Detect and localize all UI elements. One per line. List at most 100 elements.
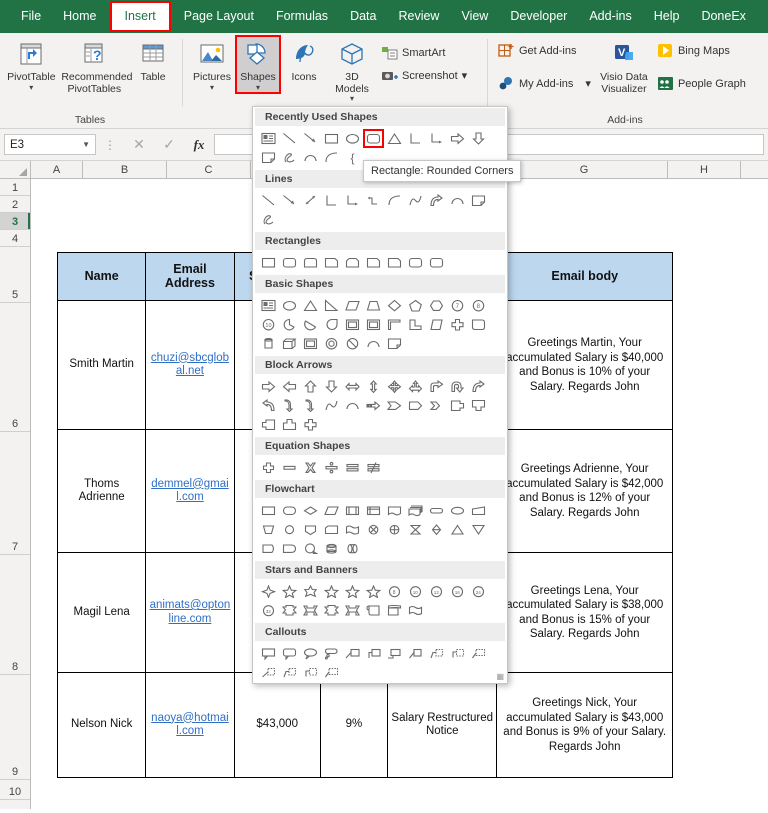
formula-bar-drag-handle[interactable]: ⋮ <box>96 138 124 152</box>
shape-cbl2-icon[interactable] <box>363 644 384 663</box>
shape-oval-icon[interactable] <box>342 129 363 148</box>
shape-arc-icon[interactable] <box>363 334 384 353</box>
shape-scrib-icon[interactable] <box>279 148 300 167</box>
shape-plaque-icon[interactable] <box>468 315 489 334</box>
ribbon-tab-data[interactable]: Data <box>339 4 387 29</box>
shape-snip2-icon[interactable] <box>342 253 363 272</box>
shape-tri-icon[interactable] <box>300 296 321 315</box>
shape-fcextr-icon[interactable] <box>447 520 468 539</box>
shape-line-icon[interactable] <box>258 191 279 210</box>
shape-hept-icon[interactable]: 7 <box>447 296 468 315</box>
visio-data-visualizer-button[interactable]: V Visio Data Visualizer <box>595 35 653 97</box>
shape-cbl5-icon[interactable] <box>426 644 447 663</box>
shape-bentarr-icon[interactable] <box>426 377 447 396</box>
shape-fcmultidoc-icon[interactable] <box>405 501 426 520</box>
shape-curvedn-icon[interactable] <box>258 396 279 415</box>
shape-star24-icon[interactable]: 24 <box>468 582 489 601</box>
row-header-6[interactable]: 6 <box>0 303 30 432</box>
row-header-5[interactable]: 5 <box>0 247 30 303</box>
shape-foldcorner-icon[interactable] <box>384 334 405 353</box>
shape-fcoffpg-icon[interactable] <box>300 520 321 539</box>
shape-cbl6-icon[interactable] <box>300 663 321 682</box>
shape-uarr-icon[interactable] <box>300 377 321 396</box>
shape-cbl4-icon[interactable] <box>405 644 426 663</box>
shape-bevel-icon[interactable] <box>363 315 384 334</box>
row-header-4[interactable]: 4 <box>0 230 30 247</box>
shape-star5-icon[interactable] <box>321 582 342 601</box>
ribbon-tab-doneex[interactable]: DoneEx <box>690 4 756 29</box>
shape-curve2-icon[interactable] <box>321 396 342 415</box>
enter-icon[interactable]: ✓ <box>154 136 184 153</box>
shape-ribbon1-icon[interactable] <box>279 601 300 620</box>
shape-pie-icon[interactable] <box>279 315 300 334</box>
shape-para-icon[interactable] <box>342 296 363 315</box>
shape-cbl3-icon[interactable] <box>384 644 405 663</box>
pivottable-caret-icon[interactable]: ▾ <box>29 83 33 92</box>
shape-star5-icon[interactable] <box>279 582 300 601</box>
shape-rect-icon[interactable] <box>258 253 279 272</box>
shape-arc-icon[interactable] <box>342 396 363 415</box>
smartart-button[interactable]: SmartArt <box>377 41 471 64</box>
row-header-7[interactable]: 7 <box>0 432 30 555</box>
my-addins-caret-icon[interactable]: ▾ <box>585 77 591 90</box>
row-header-10[interactable]: 10 <box>0 780 30 800</box>
name-box-chevron-down-icon[interactable]: ▼ <box>82 140 90 149</box>
shape-eqminus-icon[interactable] <box>279 458 300 477</box>
ribbon-tab-developer[interactable]: Developer <box>499 4 578 29</box>
shapes-caret-icon[interactable]: ▾ <box>256 83 260 92</box>
shape-fcmaninp-icon[interactable] <box>468 501 489 520</box>
select-all-corner[interactable] <box>0 161 31 178</box>
shape-udarr-icon[interactable] <box>363 377 384 396</box>
name-box[interactable]: E3 ▼ <box>4 134 96 155</box>
shape-star10-icon[interactable]: 10 <box>405 582 426 601</box>
shape-chevron-icon[interactable] <box>426 396 447 415</box>
shape-fccollate-icon[interactable] <box>405 520 426 539</box>
shapes-gallery-dropdown[interactable]: ▦ Recently Used Shapes{Lines Rectangles Ba… <box>252 106 508 684</box>
shape-fcterm-icon[interactable] <box>426 501 447 520</box>
column-header-A[interactable]: A <box>31 161 83 178</box>
shape-arc-icon[interactable] <box>447 191 468 210</box>
shape-cbl7-icon[interactable] <box>321 663 342 682</box>
shape-arrow-icon[interactable] <box>279 191 300 210</box>
shape-round1-icon[interactable] <box>300 253 321 272</box>
shape-eqmult-icon[interactable] <box>300 458 321 477</box>
shape-curve-icon[interactable] <box>321 148 342 167</box>
column-header-G[interactable]: G <box>501 161 668 178</box>
cell-email-link[interactable]: naoya@hotmail.com <box>145 672 235 778</box>
shape-fcpredef-icon[interactable] <box>342 501 363 520</box>
shape-tri-icon[interactable] <box>384 129 405 148</box>
shape-fcsumjunc-icon[interactable] <box>363 520 384 539</box>
shape-rarr-icon[interactable] <box>258 377 279 396</box>
shape-curve-icon[interactable] <box>384 191 405 210</box>
ribbon-tab-review[interactable]: Review <box>387 4 450 29</box>
shape-diamond-icon[interactable] <box>384 296 405 315</box>
shape-rightcallout-icon[interactable] <box>447 396 468 415</box>
row-header-3[interactable]: 3 <box>0 213 30 230</box>
shape-lrarr-icon[interactable] <box>342 377 363 396</box>
shape-arc-icon[interactable] <box>300 148 321 167</box>
cell-email-link[interactable]: demmel@gmail.com <box>145 429 235 553</box>
shape-rrect-icon[interactable] <box>405 253 426 272</box>
shape-elbow2-icon[interactable] <box>363 191 384 210</box>
shape-eqplus-icon[interactable] <box>258 458 279 477</box>
shape-fcpunch-icon[interactable] <box>342 520 363 539</box>
shape-star4-icon[interactable] <box>258 582 279 601</box>
shape-diag-icon[interactable] <box>426 315 447 334</box>
shape-rrect-icon[interactable] <box>279 253 300 272</box>
shape-rarr-icon[interactable] <box>447 129 468 148</box>
shape-eqdiv-icon[interactable] <box>321 458 342 477</box>
shape-trap-icon[interactable] <box>363 296 384 315</box>
shape-fcdelay-icon[interactable] <box>279 539 300 558</box>
shape-line-icon[interactable] <box>279 129 300 148</box>
shape-fcdata-icon[interactable] <box>321 501 342 520</box>
shape-snip-icon[interactable] <box>321 253 342 272</box>
shape-donut-icon[interactable] <box>321 334 342 353</box>
column-header-H[interactable]: H <box>668 161 741 178</box>
shape-snip-icon[interactable] <box>384 253 405 272</box>
shape-cube-icon[interactable] <box>279 334 300 353</box>
shape-stripearr-icon[interactable] <box>363 396 384 415</box>
shape-foldcorner-icon[interactable] <box>468 191 489 210</box>
ribbon-tab-page-layout[interactable]: Page Layout <box>173 4 265 29</box>
shape-dblarrow-icon[interactable] <box>300 191 321 210</box>
shape-rtri-icon[interactable] <box>321 296 342 315</box>
